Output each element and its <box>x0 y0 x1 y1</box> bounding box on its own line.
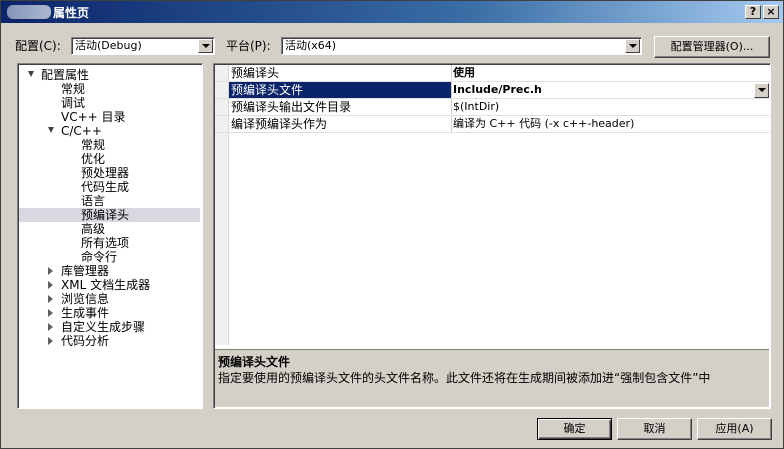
tree-item-label: 代码生成 <box>81 180 130 194</box>
tree-item-label: 代码分析 <box>61 334 110 348</box>
tree-item-label: VC++ 目录 <box>61 110 126 124</box>
collapse-arrow-icon[interactable] <box>28 71 34 77</box>
tree-item[interactable]: 命令行 <box>19 250 200 264</box>
config-label: 配置(C): <box>15 39 61 53</box>
tree-item-label: XML 文档生成器 <box>61 278 151 292</box>
close-button[interactable]: × <box>763 5 779 19</box>
tree-item-label: 常规 <box>81 138 106 152</box>
tree-item-label: 优化 <box>81 152 106 166</box>
platform-value: 活动(x64) <box>285 39 337 52</box>
tree-item-label: 生成事件 <box>61 306 110 320</box>
cancel-button[interactable]: 取消 <box>617 418 692 440</box>
configuration-manager-button[interactable]: 配置管理器(O)... <box>654 36 770 58</box>
property-value[interactable]: Include/Prec.h <box>453 83 542 97</box>
tree-item[interactable]: 所有选项 <box>19 236 200 250</box>
tree-item[interactable]: 代码生成 <box>19 180 200 194</box>
property-value[interactable]: 编译为 C++ 代码 (-x c++-header) <box>453 117 634 131</box>
chevron-down-icon <box>758 88 766 92</box>
grid-row[interactable]: 编译预编译头作为 编译为 C++ 代码 (-x c++-header) <box>215 116 770 133</box>
tree-item[interactable]: 自定义生成步骤 <box>19 320 200 334</box>
tree-item-label: 调试 <box>61 96 86 110</box>
description-title: 预编译头文件 <box>218 355 291 369</box>
tree-item[interactable]: 预处理器 <box>19 166 200 180</box>
platform-dropdown[interactable]: 活动(x64) <box>281 37 642 55</box>
property-pages-dialog: 属性页 ? × 配置(C): 活动(Debug) 平台(P): 活动(x64) … <box>0 0 784 449</box>
description-text: 指定要使用的预编译头文件的头文件名称。此文件还将在生成期间被添加进“强制包含文件… <box>218 371 711 385</box>
config-value: 活动(Debug) <box>75 39 142 52</box>
tree-item-label: 常规 <box>61 82 86 96</box>
tree-item-label: 浏览信息 <box>61 292 110 306</box>
expand-arrow-icon[interactable] <box>48 337 53 345</box>
tree-item-label: 自定义生成步骤 <box>61 320 146 334</box>
description-pane: 预编译头文件 指定要使用的预编译头文件的头文件名称。此文件还将在生成期间被添加进… <box>215 349 769 407</box>
help-button[interactable]: ? <box>745 5 761 19</box>
config-dropdown-arrow[interactable] <box>198 39 213 53</box>
tree-item[interactable]: 配置属性 <box>19 68 200 82</box>
tree-item[interactable]: 高级 <box>19 222 200 236</box>
chevron-down-icon <box>202 44 210 48</box>
grid-row[interactable]: 预编译头文件 Include/Prec.h <box>215 82 770 99</box>
tree-item-label: 预处理器 <box>81 166 130 180</box>
expand-arrow-icon[interactable] <box>48 309 53 317</box>
tree-item[interactable]: VC++ 目录 <box>19 110 200 124</box>
tree-item[interactable]: 库管理器 <box>19 264 200 278</box>
collapse-arrow-icon[interactable] <box>48 127 54 133</box>
tree-item-label: 配置属性 <box>41 68 90 82</box>
tree-item-label: C/C++ <box>61 124 102 138</box>
property-tree: 配置属性 常规 调试 VC++ 目录 C/C++ 常规 优化 预处理器 代码生成 语言 预编译头 高级… <box>17 63 203 409</box>
config-dropdown[interactable]: 活动(Debug) <box>71 37 215 55</box>
expand-arrow-icon[interactable] <box>48 295 53 303</box>
tree-item[interactable]: 生成事件 <box>19 306 200 320</box>
tree-item[interactable]: 浏览信息 <box>19 292 200 306</box>
tree-item[interactable]: 优化 <box>19 152 200 166</box>
expand-arrow-icon[interactable] <box>48 323 53 331</box>
tree-item[interactable]: 调试 <box>19 96 200 110</box>
tree-item-label: 所有选项 <box>81 236 130 250</box>
grid-row[interactable]: 预编译头 使用 <box>215 65 770 82</box>
apply-button[interactable]: 应用(A) <box>697 418 772 440</box>
grid-row[interactable]: 预编译头输出文件目录 $(IntDir) <box>215 99 770 116</box>
tree-item[interactable]: XML 文档生成器 <box>19 278 200 292</box>
property-value[interactable]: 使用 <box>453 66 475 80</box>
tree-item[interactable]: 语言 <box>19 194 200 208</box>
tree-item-label: 预编译头 <box>81 208 130 222</box>
property-grid: 预编译头 使用预编译头文件 Include/Prec.h 预编译头输出文件目录 $(In… <box>215 65 770 345</box>
tree-item[interactable]: 预编译头 <box>19 208 200 222</box>
ok-button[interactable]: 确定 <box>537 418 612 440</box>
tree-item-label: 命令行 <box>81 250 118 264</box>
tree-item[interactable]: 代码分析 <box>19 334 200 348</box>
property-name: 预编译头文件 <box>231 83 304 97</box>
expand-arrow-icon[interactable] <box>48 267 53 275</box>
tree-item-label: 高级 <box>81 222 106 236</box>
platform-label: 平台(P): <box>226 39 271 53</box>
property-value[interactable]: $(IntDir) <box>453 100 499 114</box>
value-dropdown-button[interactable] <box>754 83 769 98</box>
tree-item[interactable]: 常规 <box>19 138 200 152</box>
title-bar: 属性页 ? × <box>1 1 783 23</box>
platform-dropdown-arrow[interactable] <box>625 39 640 53</box>
property-name: 预编译头输出文件目录 <box>231 100 352 114</box>
window-title: 属性页 <box>53 6 90 20</box>
tree-item[interactable]: 常规 <box>19 82 200 96</box>
tree-item-label: 语言 <box>81 194 106 208</box>
property-grid-panel: 预编译头 使用预编译头文件 Include/Prec.h 预编译头输出文件目录 $(In… <box>213 63 771 409</box>
tree-item[interactable]: C/C++ <box>19 124 200 138</box>
tree-item-label: 库管理器 <box>61 264 110 278</box>
property-name: 编译预编译头作为 <box>231 117 328 131</box>
property-name: 预编译头 <box>231 66 280 80</box>
chevron-down-icon <box>629 44 637 48</box>
expand-arrow-icon[interactable] <box>48 281 53 289</box>
app-icon <box>7 5 51 19</box>
